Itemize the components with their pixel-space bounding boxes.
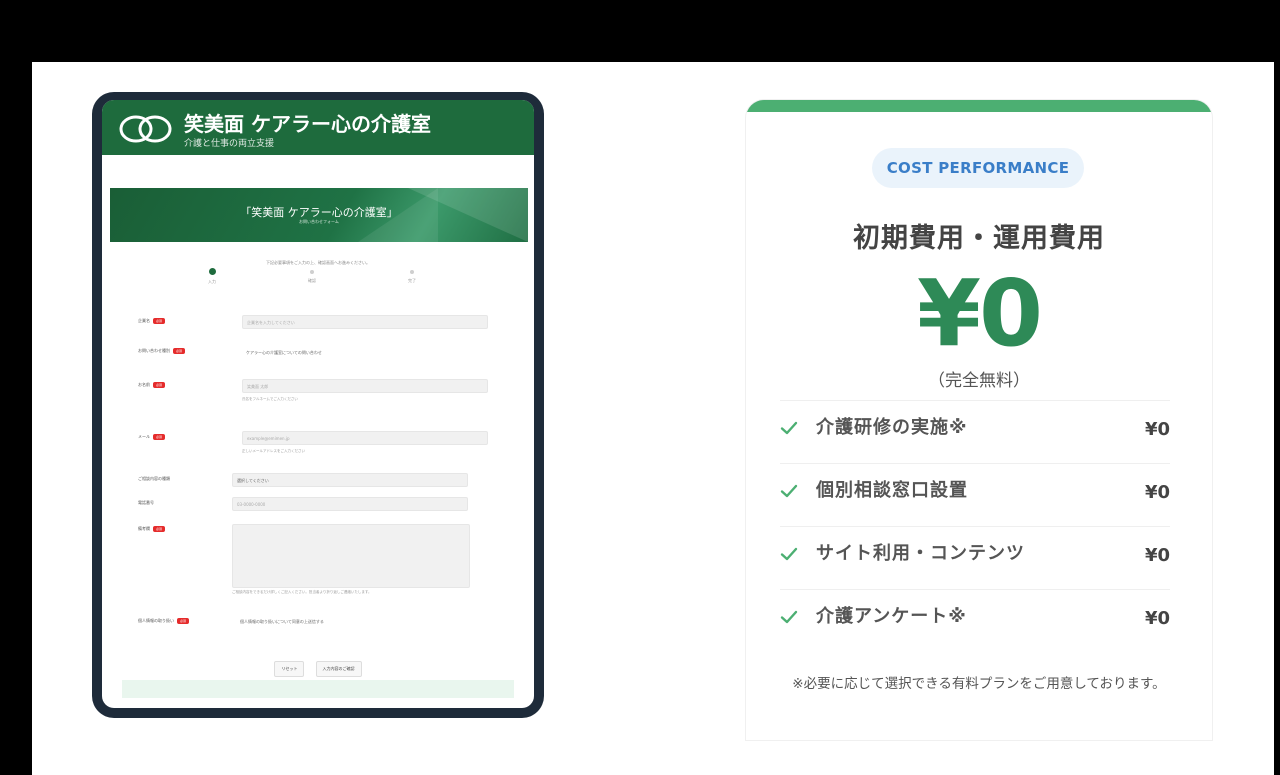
banner-title: 「笑美面 ケアラー心の介護室」 xyxy=(240,206,398,219)
form-intro: 下記必要事項をご入力の上、確認画面へお進みください。 xyxy=(266,260,370,265)
banner-subtitle: お問い合わせフォーム xyxy=(299,219,339,224)
message-textarea[interactable] xyxy=(232,524,470,588)
field-phone: 電話番号 03-0000-0000 xyxy=(138,497,494,518)
tablet-mockup: 笑美面 ケアラー心の介護室 介護と仕事の両立支援 「笑美面 ケアラー心の介護室」… xyxy=(92,92,544,718)
confirm-button[interactable]: 入力内容のご確認 xyxy=(315,661,362,677)
privacy-consent-checkbox[interactable]: 個人情報の取り扱いについて同意の上送信する xyxy=(240,619,324,625)
form-buttons: リセット 入力内容のご確認 xyxy=(102,655,534,677)
brand-logo-icon xyxy=(119,115,172,143)
black-right-border xyxy=(1274,0,1280,775)
reset-button[interactable]: リセット xyxy=(274,661,305,677)
item-label: 介護研修の実施※ xyxy=(816,417,968,438)
phone-input[interactable]: 03-0000-0000 xyxy=(232,497,468,511)
black-left-border xyxy=(0,0,32,775)
inquiry-type-option[interactable]: ケアラー心の介護室についての問い合わせ xyxy=(246,350,322,356)
check-icon xyxy=(780,547,798,561)
price-value: ¥0 xyxy=(916,260,1043,367)
field-message: 備考欄 必須 ご相談内容をできるだけ詳しくご記入ください。担当者より折り返しご連絡… xyxy=(138,524,494,596)
pricing-card: COST PERFORMANCE 初期費用・運用費用 ¥0 （完全無料） 介護研… xyxy=(746,100,1212,740)
tablet-screen: 笑美面 ケアラー心の介護室 介護と仕事の両立支援 「笑美面 ケアラー心の介護室」… xyxy=(102,100,534,708)
step-input: 入力 xyxy=(192,268,232,285)
field-company: 企業名 必須 企業名を入力してください xyxy=(138,315,494,338)
site-subtitle: 介護と仕事の両立支援 xyxy=(184,139,275,149)
list-item: サイト利用・コンテンツ ¥0 xyxy=(780,526,1170,589)
form-stepper: 入力 確認 完了 xyxy=(192,268,432,294)
item-label: サイト利用・コンテンツ xyxy=(816,543,1025,564)
item-value: ¥0 xyxy=(1144,482,1170,503)
item-value: ¥0 xyxy=(1144,545,1170,566)
check-icon xyxy=(780,484,798,498)
black-top-border xyxy=(0,0,1280,62)
step-complete: 完了 xyxy=(392,268,432,284)
item-label: 個別相談窓口設置 xyxy=(816,480,968,501)
company-input[interactable]: 企業名を入力してください xyxy=(242,315,488,329)
check-icon xyxy=(780,610,798,624)
check-icon xyxy=(780,421,798,435)
item-label: 介護アンケート※ xyxy=(816,606,967,627)
item-value: ¥0 xyxy=(1144,608,1170,629)
step-confirm: 確認 xyxy=(292,268,332,284)
page-banner: 「笑美面 ケアラー心の介護室」 お問い合わせフォーム xyxy=(110,188,528,242)
field-inquiry-type: お問い合わせ種別 必須 ケアラー心の介護室についての問い合わせ xyxy=(138,348,322,356)
cost-performance-badge: COST PERFORMANCE xyxy=(872,148,1084,188)
pricing-heading: 初期費用・運用費用 xyxy=(853,223,1105,254)
field-privacy: 個人情報の取り扱い 必須 個人情報の取り扱いについて同意の上送信する xyxy=(138,618,324,625)
price-note: （完全無料） xyxy=(928,371,1030,391)
pricing-footnote: ※必要に応じて選択できる有料プランをご用意しております。 xyxy=(792,676,1166,692)
card-accent-bar xyxy=(746,100,1212,112)
field-email: メール 必須 example@emimen.jp 正しいメールアドレスをご入力くだ… xyxy=(138,431,494,464)
footer-strip xyxy=(122,680,514,698)
field-name: お名前 必須 笑美面 太郎 氏名をフルネームでご入力ください xyxy=(138,379,494,412)
list-item: 個別相談窓口設置 ¥0 xyxy=(780,463,1170,526)
name-input[interactable]: 笑美面 太郎 xyxy=(242,379,488,393)
item-value: ¥0 xyxy=(1144,419,1170,440)
list-item: 介護アンケート※ ¥0 xyxy=(780,589,1170,652)
list-item: 介護研修の実施※ ¥0 xyxy=(780,400,1170,463)
included-items-list: 介護研修の実施※ ¥0 個別相談窓口設置 ¥0 サイト利用・コンテンツ ¥0 介… xyxy=(780,400,1170,652)
site-title: 笑美面 ケアラー心の介護室 xyxy=(184,112,431,136)
category-select[interactable]: 選択してください xyxy=(232,473,468,487)
email-input[interactable]: example@emimen.jp xyxy=(242,431,488,445)
site-header: 笑美面 ケアラー心の介護室 介護と仕事の両立支援 xyxy=(102,100,534,155)
field-category: ご相談内容の種類 選択してください xyxy=(138,473,494,494)
